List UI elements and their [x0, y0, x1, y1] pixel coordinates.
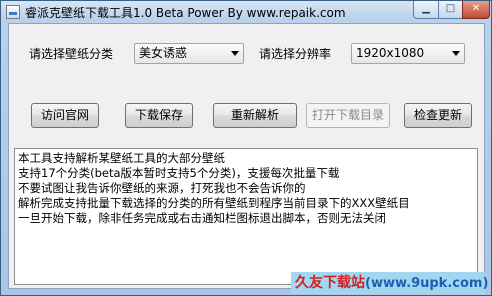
visit-site-button[interactable]: 访问官网 — [31, 103, 99, 128]
watermark-name: 久友下载站 — [295, 275, 365, 291]
category-select[interactable]: 美女诱惑 — [134, 43, 244, 64]
category-label: 请选择壁纸分类 — [29, 47, 114, 61]
log-line: 解析完成支持批量下载选择的分类的所有壁纸到程序当前目录下的XXX壁纸目 — [18, 196, 410, 210]
app-window: 睿派克壁纸下载工具1.0 Beta Power By www.repaik.co… — [0, 0, 492, 296]
reparse-button[interactable]: 重新解析 — [213, 103, 297, 128]
close-button[interactable]: ✕ — [462, 1, 490, 19]
chevron-down-icon — [231, 51, 239, 56]
log-line: 一旦开始下载，除非任务完成或右击通知栏图标退出脚本，否则无法关闭 — [18, 211, 386, 225]
window-title: 睿派克壁纸下载工具1.0 Beta Power By www.repaik.co… — [25, 6, 346, 20]
resolution-label: 请选择分辨率 — [259, 47, 332, 61]
log-line: 支持17个分类(beta版本暂时支持5个分类)，支援每次批量下载 — [18, 166, 340, 180]
maximize-button[interactable]: □ — [438, 1, 463, 19]
log-textarea[interactable]: 本工具支持解析某壁纸工具的大部分壁纸 支持17个分类(beta版本暂时支持5个分… — [14, 148, 478, 285]
chevron-down-icon — [452, 51, 460, 56]
resolution-select-value: 1920x1080 — [356, 46, 425, 60]
minimize-icon: ▁ — [422, 3, 430, 14]
log-line: 本工具支持解析某壁纸工具的大部分壁纸 — [18, 151, 225, 165]
open-download-dir-button[interactable]: 打开下载目录 — [306, 103, 390, 128]
resolution-select[interactable]: 1920x1080 — [351, 43, 465, 64]
app-icon — [6, 5, 20, 19]
download-save-button[interactable]: 下载保存 — [125, 103, 193, 128]
site-watermark: 久友下载站(www.9upk.com) — [291, 272, 489, 294]
main-panel: 请选择壁纸分类 美女诱惑 请选择分辨率 1920x1080 访问官网 下载保存 … — [8, 23, 485, 289]
close-icon: ✕ — [471, 3, 481, 14]
category-select-value: 美女诱惑 — [139, 46, 188, 60]
minimize-button[interactable]: ▁ — [413, 1, 439, 19]
maximize-icon: □ — [445, 3, 456, 14]
log-line: 不要试图让我告诉你壁纸的来源，打死我也不会告诉你的 — [18, 181, 306, 195]
title-bar[interactable]: 睿派克壁纸下载工具1.0 Beta Power By www.repaik.co… — [1, 1, 491, 23]
check-update-button[interactable]: 检查更新 — [404, 103, 472, 128]
watermark-url: (www.9upk.com) — [365, 276, 489, 291]
